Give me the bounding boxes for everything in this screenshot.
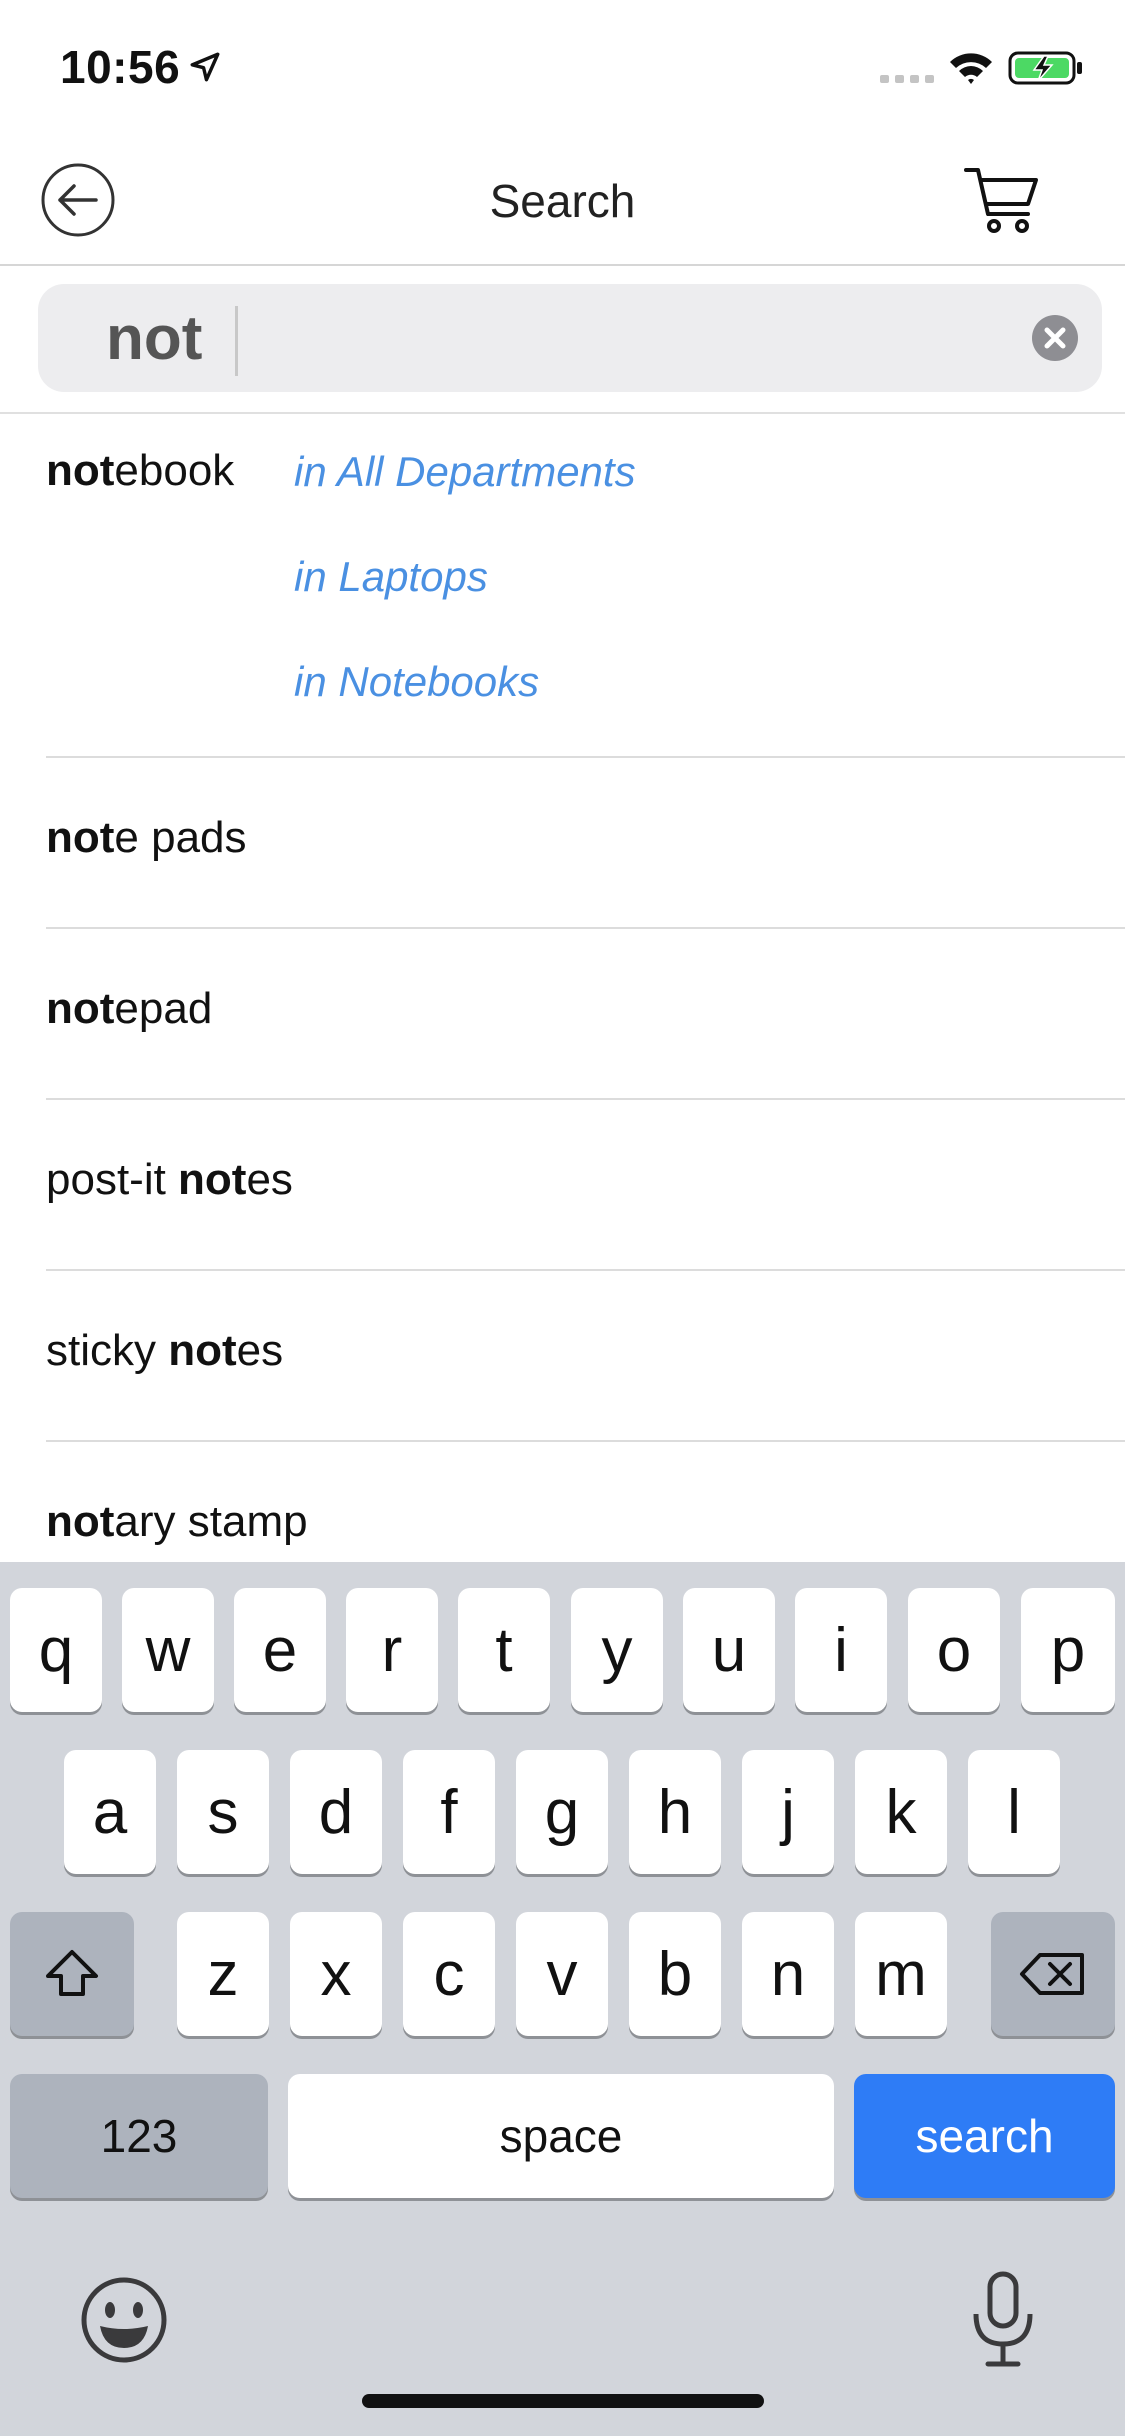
- status-time: 10:56: [60, 41, 181, 93]
- key-b[interactable]: b: [629, 1912, 721, 2036]
- key-n[interactable]: n: [742, 1912, 834, 2036]
- key-x[interactable]: x: [290, 1912, 382, 2036]
- key-k[interactable]: k: [855, 1750, 947, 1874]
- clear-icon[interactable]: [1031, 314, 1079, 362]
- key-s[interactable]: s: [177, 1750, 269, 1874]
- location-arrow-icon: [190, 52, 220, 82]
- emoji-icon[interactable]: [78, 2274, 170, 2366]
- search-field[interactable]: [38, 284, 1102, 392]
- numbers-key[interactable]: 123: [10, 2074, 268, 2198]
- key-c[interactable]: c: [403, 1912, 495, 2036]
- key-e[interactable]: e: [234, 1588, 326, 1712]
- suggestion-term[interactable]: notebook: [46, 446, 234, 496]
- key-r[interactable]: r: [346, 1588, 438, 1712]
- search-bar: [0, 266, 1125, 414]
- key-a[interactable]: a: [64, 1750, 156, 1874]
- key-j[interactable]: j: [742, 1750, 834, 1874]
- suggestion-row[interactable]: notepad: [46, 929, 1125, 1100]
- key-i[interactable]: i: [795, 1588, 887, 1712]
- key-h[interactable]: h: [629, 1750, 721, 1874]
- keyboard: q w e r t y u i o p a s d f g h j k l z …: [0, 1562, 1125, 2436]
- department-link-all[interactable]: in All Departments: [294, 448, 636, 496]
- department-link-notebooks[interactable]: in Notebooks: [294, 658, 539, 706]
- key-p[interactable]: p: [1021, 1588, 1115, 1712]
- key-t[interactable]: t: [458, 1588, 550, 1712]
- suggestion-row[interactable]: sticky notes: [46, 1271, 1125, 1442]
- shift-key[interactable]: [10, 1912, 134, 2036]
- delete-icon: [1020, 1953, 1084, 1995]
- suggestion-term: post-it notes: [46, 1155, 293, 1204]
- key-l[interactable]: l: [968, 1750, 1060, 1874]
- search-input[interactable]: [106, 302, 1006, 374]
- suggestion-term: notary stamp: [46, 1497, 308, 1546]
- key-f[interactable]: f: [403, 1750, 495, 1874]
- key-v[interactable]: v: [516, 1912, 608, 2036]
- key-z[interactable]: z: [177, 1912, 269, 2036]
- shift-icon: [46, 1950, 98, 1996]
- cellular-signal-icon: [880, 75, 934, 83]
- suggestion-term: notepad: [46, 984, 213, 1033]
- suggestion-row-notebook: notebook in All Departments in Laptops i…: [46, 412, 1125, 758]
- suggestion-term: sticky notes: [46, 1326, 284, 1375]
- nav-bar: Search: [0, 140, 1125, 266]
- department-link-laptops[interactable]: in Laptops: [294, 553, 488, 601]
- key-m[interactable]: m: [855, 1912, 947, 2036]
- suggestion-list: notebook in All Departments in Laptops i…: [0, 412, 1125, 1602]
- wifi-icon: [950, 53, 992, 84]
- key-q[interactable]: q: [10, 1588, 102, 1712]
- page-title: Search: [489, 175, 636, 227]
- key-o[interactable]: o: [908, 1588, 1000, 1712]
- key-u[interactable]: u: [683, 1588, 775, 1712]
- space-key[interactable]: space: [288, 2074, 834, 2198]
- cart-icon[interactable]: [962, 160, 1042, 240]
- status-bar: 10:56: [0, 0, 1125, 140]
- text-caret: [235, 306, 238, 376]
- search-key[interactable]: search: [854, 2074, 1115, 2198]
- key-y[interactable]: y: [571, 1588, 663, 1712]
- key-w[interactable]: w: [122, 1588, 214, 1712]
- key-d[interactable]: d: [290, 1750, 382, 1874]
- key-g[interactable]: g: [516, 1750, 608, 1874]
- delete-key[interactable]: [991, 1912, 1115, 2036]
- home-indicator[interactable]: [362, 2394, 764, 2408]
- battery-charging-icon: [1008, 51, 1082, 85]
- suggestion-term: note pads: [46, 813, 247, 862]
- suggestion-row[interactable]: note pads: [46, 758, 1125, 929]
- microphone-icon[interactable]: [968, 2270, 1038, 2370]
- suggestion-row[interactable]: post-it notes: [46, 1100, 1125, 1271]
